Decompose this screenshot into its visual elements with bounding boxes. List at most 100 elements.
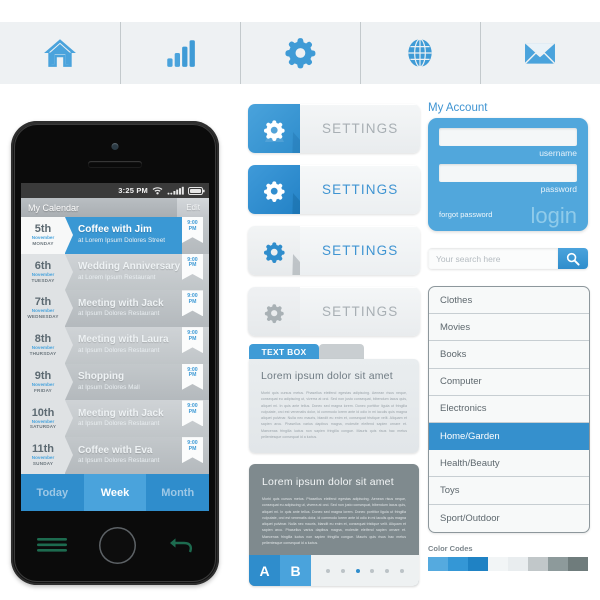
phone-screen: 3:25 PM My Calendar Edit 5th November MO… <box>21 183 209 511</box>
toolbar-item-settings[interactable] <box>240 22 360 84</box>
text-box-body: Lorem ipsum dolor sit amet Morbi quis cu… <box>249 359 419 453</box>
list-item[interactable]: Health/Beauty <box>429 450 589 478</box>
event-date: 10th November SATURDAY <box>21 400 73 438</box>
event-weekday: SATURDAY <box>29 424 57 430</box>
long-shadow <box>292 254 300 275</box>
tab-secondary[interactable] <box>319 344 364 359</box>
list-item[interactable]: Clothes <box>429 287 589 315</box>
tab-text-box[interactable]: TEXT BOX <box>249 344 319 359</box>
event-weekday: FRIDAY <box>34 387 52 393</box>
login-actions: forgot password login <box>439 196 577 227</box>
forgot-password-link[interactable]: forgot password <box>439 210 492 219</box>
username-field[interactable] <box>439 128 577 146</box>
search-button[interactable] <box>558 248 588 269</box>
search-input[interactable]: Your search here <box>428 248 558 269</box>
event-weekday: WEDNESDAY <box>27 314 59 320</box>
list-item-selected[interactable]: Home/Garden <box>429 422 589 451</box>
edit-button[interactable]: Edit <box>177 198 209 217</box>
pagination-dot[interactable] <box>326 568 331 573</box>
settings-icon-tile <box>248 165 300 214</box>
event-date: 5th November MONDAY <box>21 217 73 254</box>
event-location: at Ipsum Dolores Restaurant <box>78 420 160 428</box>
pagination-dot[interactable] <box>399 568 404 573</box>
account-title: My Account <box>428 102 488 114</box>
color-codes-title: Color Codes <box>428 544 473 553</box>
color-codes-swatches <box>428 557 588 571</box>
event-weekday: SUNDAY <box>32 461 54 467</box>
list-item[interactable]: Computer <box>429 369 589 396</box>
toolbar-item-mail[interactable] <box>480 22 600 84</box>
pagination-dot-active[interactable] <box>355 568 360 573</box>
settings-button-default[interactable]: SETTINGS <box>248 104 420 153</box>
tab-today[interactable]: Today <box>21 474 84 511</box>
calendar-view-tabs: Today Week Month <box>21 474 209 511</box>
settings-icon-tile <box>248 287 300 336</box>
list-item[interactable]: Books <box>429 341 589 369</box>
signal-bars-icon <box>167 40 195 67</box>
event-time-ribbon: 9:00 PM <box>182 400 203 437</box>
pagination-dot[interactable] <box>384 568 389 573</box>
toolbar-item-web[interactable] <box>360 22 480 84</box>
pagination-dots[interactable] <box>311 555 419 586</box>
earpiece-speaker <box>88 161 142 167</box>
event-location: at Ipsum Dolores Restaurant <box>78 310 160 318</box>
event-time-ribbon: 9:00 PM <box>182 290 203 327</box>
settings-button-disabled[interactable]: SETTINGS <box>248 287 420 336</box>
event-date: 9th November FRIDAY <box>21 363 73 401</box>
search-icon <box>566 252 580 266</box>
list-item[interactable]: 5th November MONDAY Coffee with Jim at L… <box>21 217 209 254</box>
list-item[interactable]: Sport/Outdoor <box>429 505 589 532</box>
calendar-event-list[interactable]: 5th November MONDAY Coffee with Jim at L… <box>21 217 209 474</box>
event-time-ribbon: 9:00 PM <box>182 217 203 254</box>
tab-week[interactable]: Week <box>83 474 147 511</box>
event-day: 8th <box>34 333 52 346</box>
toolbar-item-home[interactable] <box>0 22 120 84</box>
event-date: 11th November SUNDAY <box>21 437 73 474</box>
username-label: username <box>539 148 577 158</box>
wifi-icon <box>152 187 163 195</box>
pagination-dot[interactable] <box>370 568 375 573</box>
battery-icon <box>188 186 205 195</box>
button-a[interactable]: A <box>249 555 280 586</box>
dark-card-heading: Lorem ipsum dolor sit amet <box>262 476 394 488</box>
text-box-paragraph: Morbi quis cursus metus. Phasellus eleif… <box>261 391 407 439</box>
list-item[interactable]: 9th November FRIDAY Shopping at Ipsum Do… <box>21 363 209 401</box>
category-list[interactable]: Clothes Movies Books Computer Electronic… <box>428 286 590 533</box>
list-item[interactable]: 8th November THURSDAY Meeting with Laura… <box>21 327 209 364</box>
event-weekday: MONDAY <box>32 240 54 246</box>
dark-card-footer: A B <box>249 555 419 586</box>
front-camera-icon <box>111 143 119 150</box>
long-shadow <box>292 132 300 153</box>
dark-card-paragraph: Morbi quis cursus metus. Phasellus eleif… <box>262 497 406 545</box>
calendar-header: My Calendar Edit <box>21 198 209 217</box>
phone-mockup: 3:25 PM My Calendar Edit 5th November MO… <box>11 121 219 585</box>
settings-button-label: SETTINGS <box>300 287 420 336</box>
list-item[interactable]: 11th November SUNDAY Coffee with Eva at … <box>21 437 209 474</box>
list-item[interactable]: Electronics <box>429 396 589 423</box>
settings-icon-tile <box>248 226 300 275</box>
pagination-dot[interactable] <box>340 568 345 573</box>
login-button[interactable]: login <box>531 205 577 227</box>
settings-button-active[interactable]: SETTINGS <box>248 165 420 214</box>
text-box-tabs: TEXT BOX <box>249 344 364 359</box>
list-item[interactable]: Movies <box>429 314 589 342</box>
list-item[interactable]: 7th November WEDNESDAY Meeting with Jack… <box>21 290 209 328</box>
list-item[interactable]: 6th November TUESDAY Wedding Anniversary… <box>21 253 209 291</box>
menu-lines-icon[interactable] <box>37 537 67 553</box>
event-body: Meeting with Jack at Ipsum Dolores Resta… <box>65 400 182 437</box>
status-time: 3:25 PM <box>118 186 148 195</box>
button-b[interactable]: B <box>280 555 311 586</box>
back-arrow-icon[interactable] <box>167 537 193 554</box>
event-location: at Ipsum Dolores Restaurant <box>78 346 160 354</box>
signal-icon <box>167 186 184 195</box>
event-title: Meeting with Jack <box>78 407 164 419</box>
settings-button-light-active[interactable]: SETTINGS <box>248 226 420 275</box>
list-item[interactable]: 10th November SATURDAY Meeting with Jack… <box>21 400 209 438</box>
event-time-ribbon: 9:00 PM <box>182 327 203 364</box>
list-item[interactable]: Toys <box>429 477 589 505</box>
home-button[interactable] <box>98 526 136 564</box>
tab-month[interactable]: Month <box>146 474 209 511</box>
password-field[interactable] <box>439 164 577 182</box>
text-box-card: TEXT BOX Lorem ipsum dolor sit amet Morb… <box>249 344 419 453</box>
toolbar-item-stats[interactable] <box>120 22 240 84</box>
